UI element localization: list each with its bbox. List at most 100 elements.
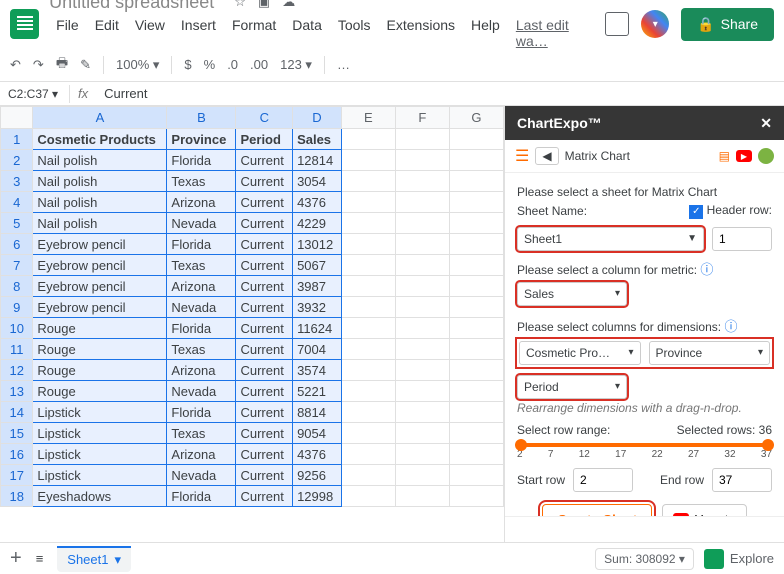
bell-icon[interactable] <box>758 148 774 164</box>
dimension-2-dropdown[interactable]: Province▾ <box>649 341 771 365</box>
cell[interactable] <box>449 150 503 171</box>
menu-insert[interactable]: Insert <box>174 13 223 53</box>
cell[interactable]: Nail polish <box>33 150 167 171</box>
cell[interactable]: Nail polish <box>33 192 167 213</box>
how-to-button[interactable]: ▶How to <box>662 504 746 517</box>
cell[interactable] <box>395 402 449 423</box>
row-header[interactable]: 6 <box>1 234 33 255</box>
col-header[interactable]: F <box>395 107 449 129</box>
explore-button[interactable]: Explore <box>704 549 774 569</box>
cell[interactable]: 12814 <box>293 150 342 171</box>
col-header[interactable]: D <box>293 107 342 129</box>
cell[interactable]: Texas <box>167 423 236 444</box>
cell[interactable] <box>449 339 503 360</box>
cell[interactable] <box>449 465 503 486</box>
cell[interactable] <box>395 318 449 339</box>
numfmt-dropdown[interactable]: 123 ▾ <box>280 57 312 73</box>
cell[interactable]: Arizona <box>167 360 236 381</box>
cell[interactable]: Cosmetic Products <box>33 129 167 150</box>
cell[interactable]: 3054 <box>293 171 342 192</box>
cell[interactable] <box>395 360 449 381</box>
cell[interactable]: Current <box>236 255 293 276</box>
back-button[interactable]: ◀ <box>535 147 558 165</box>
cell[interactable]: Current <box>236 339 293 360</box>
metric-dropdown[interactable]: Sales▾ <box>517 282 627 306</box>
cell[interactable] <box>341 150 395 171</box>
dec-increase-button[interactable]: .00 <box>250 57 268 72</box>
cell[interactable] <box>395 444 449 465</box>
cell[interactable] <box>341 381 395 402</box>
cell[interactable] <box>449 444 503 465</box>
cell[interactable]: Lipstick <box>33 423 167 444</box>
cell[interactable] <box>395 276 449 297</box>
row-header[interactable]: 7 <box>1 255 33 276</box>
cell[interactable]: Current <box>236 465 293 486</box>
tab-sheet1[interactable]: Sheet1 ▾ <box>57 546 131 572</box>
dec-decrease-button[interactable]: .0 <box>227 57 238 72</box>
row-header[interactable]: 8 <box>1 276 33 297</box>
cell[interactable]: Florida <box>167 486 236 507</box>
cell[interactable]: 7004 <box>293 339 342 360</box>
cell[interactable] <box>449 423 503 444</box>
cell[interactable]: Current <box>236 276 293 297</box>
cell[interactable]: 12998 <box>293 486 342 507</box>
row-header[interactable]: 16 <box>1 444 33 465</box>
cell[interactable]: Florida <box>167 318 236 339</box>
cell[interactable]: Current <box>236 192 293 213</box>
cell[interactable] <box>395 297 449 318</box>
cell[interactable]: Current <box>236 297 293 318</box>
row-header[interactable]: 13 <box>1 381 33 402</box>
menu-extensions[interactable]: Extensions <box>380 13 462 53</box>
comments-icon[interactable] <box>605 12 629 36</box>
cell[interactable]: Eyeshadows <box>33 486 167 507</box>
row-header[interactable]: 18 <box>1 486 33 507</box>
cell[interactable] <box>341 423 395 444</box>
cell[interactable]: Nevada <box>167 213 236 234</box>
share-button[interactable]: 🔒 Share <box>681 8 774 41</box>
cell[interactable]: Current <box>236 381 293 402</box>
cell[interactable]: Rouge <box>33 360 167 381</box>
cell[interactable]: 8814 <box>293 402 342 423</box>
paint-format-icon[interactable]: ✎ <box>80 57 91 73</box>
cell[interactable] <box>341 171 395 192</box>
cell[interactable] <box>395 255 449 276</box>
cell[interactable]: Lipstick <box>33 402 167 423</box>
youtube-icon[interactable]: ▶ <box>736 150 752 162</box>
cell[interactable]: Eyebrow pencil <box>33 255 167 276</box>
col-header[interactable]: G <box>449 107 503 129</box>
cell[interactable]: Current <box>236 486 293 507</box>
cell[interactable]: 11624 <box>293 318 342 339</box>
menu-data[interactable]: Data <box>285 13 329 53</box>
cell[interactable]: Arizona <box>167 276 236 297</box>
cell[interactable] <box>395 486 449 507</box>
formula-input[interactable]: Current <box>96 86 155 101</box>
zoom-dropdown[interactable]: 100% ▾ <box>116 57 159 73</box>
cell[interactable]: Rouge <box>33 339 167 360</box>
all-sheets-button[interactable]: ≡ <box>36 551 44 566</box>
cell[interactable]: Nevada <box>167 297 236 318</box>
row-header[interactable]: 17 <box>1 465 33 486</box>
cell[interactable]: Current <box>236 360 293 381</box>
cell-reference[interactable]: C2:C37 ▾ <box>0 85 70 103</box>
cell[interactable] <box>341 276 395 297</box>
menu-file[interactable]: File <box>49 13 86 53</box>
cell[interactable] <box>341 360 395 381</box>
orange-icon[interactable]: ▤ <box>719 149 730 163</box>
cell[interactable] <box>395 213 449 234</box>
meet-icon[interactable]: ▾ <box>641 10 669 38</box>
cell[interactable]: Current <box>236 150 293 171</box>
cell[interactable] <box>449 129 503 150</box>
cell[interactable] <box>449 318 503 339</box>
row-header[interactable]: 3 <box>1 171 33 192</box>
hamburger-icon[interactable]: ☰ <box>515 146 529 166</box>
close-icon[interactable]: ✕ <box>760 115 772 132</box>
cell[interactable]: Arizona <box>167 444 236 465</box>
cell[interactable]: Current <box>236 213 293 234</box>
currency-button[interactable]: $ <box>184 57 191 72</box>
create-chart-button[interactable]: Create Chart <box>542 504 652 517</box>
row-header[interactable]: 15 <box>1 423 33 444</box>
cell[interactable]: 4376 <box>293 444 342 465</box>
menu-view[interactable]: View <box>128 13 172 53</box>
row-header[interactable]: 2 <box>1 150 33 171</box>
header-row-input[interactable] <box>712 227 772 251</box>
